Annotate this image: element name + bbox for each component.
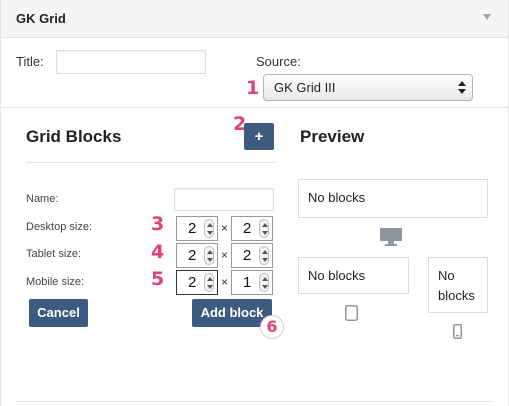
title-input[interactable] [56, 50, 206, 74]
mobile-height-stepper[interactable]: 1 [231, 270, 273, 295]
stepper-arrows-icon[interactable] [204, 273, 214, 292]
bottom-divider [16, 401, 493, 402]
tablet-height-stepper[interactable]: 2 [231, 243, 273, 268]
source-label: Source: [256, 54, 301, 69]
select-arrows-icon [458, 81, 466, 95]
collapse-arrow-icon[interactable] [483, 14, 491, 20]
stepper-arrows-icon[interactable] [204, 246, 214, 265]
stepper-arrows-icon[interactable] [204, 219, 214, 238]
tablet-preview-text: No blocks [308, 268, 366, 283]
divider [1, 107, 508, 108]
mobile-size-label: Mobile size: [26, 276, 85, 288]
cancel-button[interactable]: Cancel [29, 299, 88, 327]
widget-header[interactable]: GK Grid [1, 0, 508, 38]
preview-heading: Preview [300, 127, 365, 146]
grid-blocks-heading: Grid Blocks [26, 127, 122, 146]
mobile-width-stepper[interactable]: 2 [176, 270, 218, 295]
times-sign: × [221, 221, 229, 235]
stepper-arrows-icon[interactable] [259, 246, 269, 265]
block-name-input[interactable] [174, 188, 274, 211]
mobile-icon [453, 324, 462, 339]
desktop-preview: No blocks [298, 179, 488, 218]
times-sign: × [221, 275, 229, 289]
widget-title: GK Grid [16, 11, 66, 26]
tablet-preview: No blocks [298, 257, 409, 294]
times-sign: × [221, 248, 229, 262]
marker-6: 6 [260, 315, 284, 339]
add-grid-block-button[interactable]: + [244, 123, 274, 150]
tablet-icon [345, 305, 358, 321]
marker-5: 5 [151, 268, 165, 290]
stepper-arrows-icon[interactable] [259, 273, 269, 292]
desktop-size-label: Desktop size: [26, 221, 93, 233]
mobile-preview: No blocks [428, 257, 488, 313]
name-label: Name: [26, 193, 59, 205]
marker-1: 1 [246, 77, 260, 99]
desktop-icon [380, 228, 402, 246]
tablet-size-label: Tablet size: [26, 248, 82, 260]
desktop-preview-text: No blocks [308, 190, 366, 205]
mobile-preview-text: No blocks [438, 268, 475, 303]
grid-blocks-divider [26, 162, 275, 163]
desktop-height-stepper[interactable]: 2 [231, 216, 273, 241]
title-label: Title: [16, 54, 44, 69]
desktop-width-stepper[interactable]: 2 [176, 216, 218, 241]
source-selected-value: GK Grid III [274, 80, 336, 95]
tablet-width-stepper[interactable]: 2 [176, 243, 218, 268]
gk-grid-widget: GK Grid Title: Source: GK Grid III 1 Gri… [0, 0, 509, 406]
marker-4: 4 [151, 241, 165, 263]
marker-3: 3 [151, 213, 165, 235]
source-select[interactable]: GK Grid III [263, 74, 473, 101]
stepper-arrows-icon[interactable] [259, 219, 269, 238]
